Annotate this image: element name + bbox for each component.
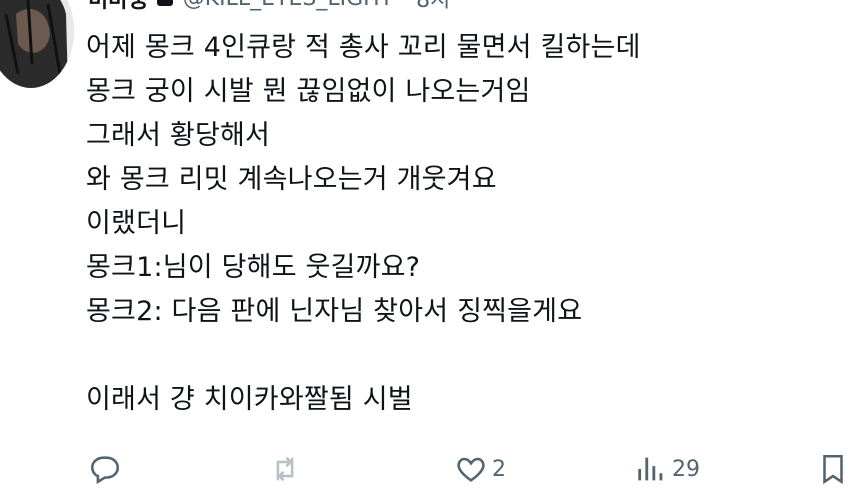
- post-line: 몽크 궁이 시발 뭔 끊임없이 나오는거임: [86, 76, 531, 107]
- like-button[interactable]: 2: [454, 452, 506, 486]
- post-line: 몽크1:님이 당해도 웃길까요?: [86, 252, 421, 283]
- separator-dot: ·: [401, 0, 408, 11]
- post-line: 이랬더니: [86, 208, 187, 239]
- post-line: 와 몽크 리밋 계속나오는거 개웃겨요: [86, 164, 497, 195]
- views-button[interactable]: 29: [634, 452, 700, 486]
- avatar[interactable]: [0, 0, 74, 88]
- reply-icon: [90, 456, 120, 485]
- post-time[interactable]: 8시: [416, 0, 450, 14]
- repost-button[interactable]: [268, 452, 302, 486]
- post-line: 몽크2: 다음 판에 닌자님 찾아서 징찍을게요: [86, 296, 583, 327]
- post-line: 어제 몽크 4인큐랑 적 총사 꼬리 물면서 킬하는데: [86, 32, 641, 63]
- author-handle[interactable]: @KILL_EYES_LIGHT: [183, 0, 393, 11]
- reply-button[interactable]: [88, 452, 122, 486]
- post-line: 그래서 황당해서: [86, 120, 271, 151]
- post-line: 이래서 걍 치이카와짤됨 시벌: [86, 384, 413, 415]
- action-bar: 2 29: [0, 452, 855, 492]
- post-header: 미마궁 @KILL_EYES_LIGHT · 8시: [88, 0, 450, 14]
- views-icon: [638, 457, 663, 481]
- bookmark-icon: [823, 454, 843, 485]
- author-name[interactable]: 미마궁: [88, 0, 149, 14]
- bookmark-button[interactable]: [816, 452, 850, 486]
- repost-icon: [276, 456, 294, 482]
- views-count: 29: [672, 456, 700, 482]
- verified-badge-icon: [156, 0, 173, 6]
- post-line-blank: [86, 334, 826, 378]
- heart-icon: [457, 457, 485, 482]
- like-count: 2: [492, 456, 506, 482]
- post-body: 어제 몽크 4인큐랑 적 총사 꼬리 물면서 킬하는데 몽크 궁이 시발 뭔 끊…: [86, 26, 826, 422]
